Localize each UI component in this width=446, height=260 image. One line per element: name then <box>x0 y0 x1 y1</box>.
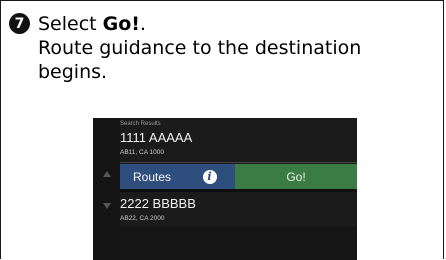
scroll-down-icon[interactable] <box>103 203 111 209</box>
instruction-panel: 7 Select Go!. Route guidance to the dest… <box>0 0 444 260</box>
go-button[interactable]: Go! <box>235 164 357 189</box>
divider <box>120 189 357 192</box>
result-1-address: AB11, CA 1000 <box>120 149 164 156</box>
step-bold-word: Go! <box>102 13 140 35</box>
result-2-name[interactable]: 2222 BBBBB <box>120 196 196 211</box>
step-prefix: Select <box>38 13 103 35</box>
step-description: Route guidance to the destination begins… <box>38 37 362 83</box>
scroll-rail <box>93 118 120 260</box>
divider <box>120 162 357 163</box>
action-bar: Routes i Go! <box>120 164 357 189</box>
info-icon: i <box>202 169 217 184</box>
step-row: 7 Select Go!. Route guidance to the dest… <box>9 12 418 84</box>
scroll-up-icon[interactable] <box>103 171 111 177</box>
info-button[interactable]: i <box>184 164 235 189</box>
step-text: Select Go!. Route guidance to the destin… <box>38 12 418 84</box>
step-number-badge: 7 <box>9 13 30 34</box>
result-1-name[interactable]: 1111 AAAAA <box>120 130 192 145</box>
routes-button[interactable]: Routes <box>120 164 184 189</box>
result-2-address: AB22, CA 2000 <box>120 215 165 222</box>
empty-list-area <box>120 226 357 260</box>
nav-screenshot: Search Results 1111 AAAAA AB11, CA 1000 … <box>93 118 357 260</box>
search-results-header: Search Results <box>120 121 161 127</box>
step-suffix: . <box>139 13 147 35</box>
